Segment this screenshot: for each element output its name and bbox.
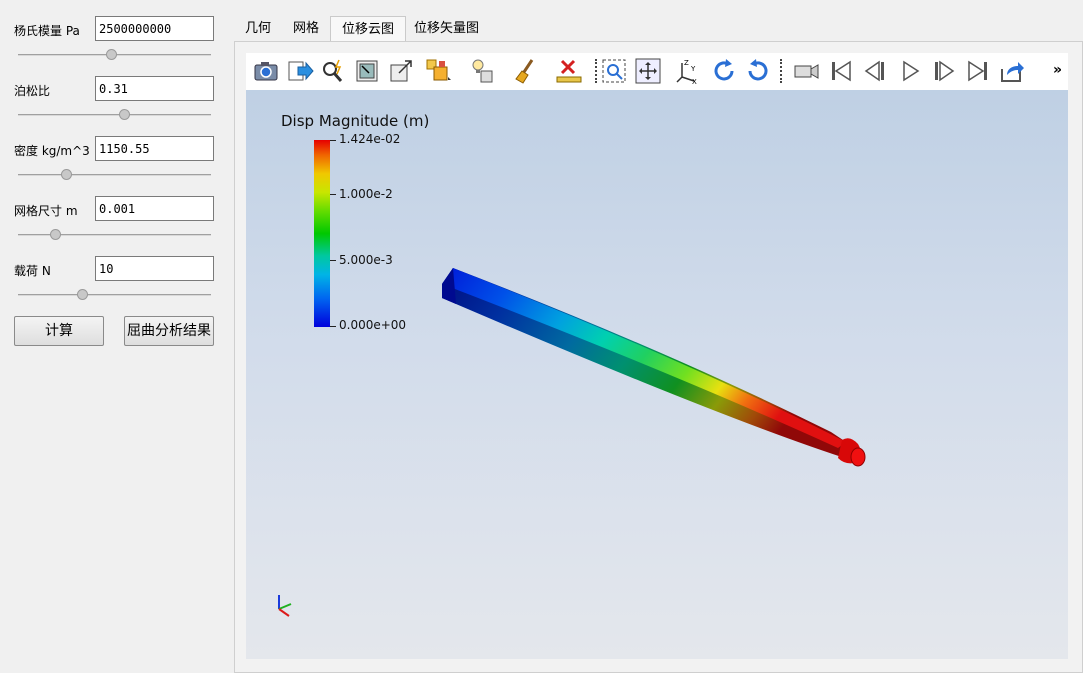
slider-groove (18, 114, 211, 116)
svg-text:Y: Y (690, 65, 696, 73)
toolbar: ZYX » (246, 53, 1068, 90)
svg-text:Z: Z (684, 59, 689, 67)
youngs-modulus-label: 杨氏模量 Pa (14, 24, 80, 38)
representation-icon[interactable] (424, 57, 452, 85)
next-frame-icon[interactable] (930, 57, 958, 85)
tab-displacement-vector[interactable]: 位移矢量图 (403, 16, 490, 41)
ruler-icon[interactable] (555, 57, 583, 85)
mesh-size-slider[interactable] (18, 229, 211, 241)
export-icon[interactable] (998, 57, 1026, 85)
slider-handle[interactable] (119, 109, 131, 120)
mesh-size-input[interactable] (95, 196, 214, 221)
previous-frame-icon[interactable] (861, 57, 889, 85)
density-input[interactable] (95, 136, 214, 161)
beam-model (442, 268, 866, 467)
tab-displacement-contour[interactable]: 位移云图 (330, 16, 407, 41)
light-icon[interactable] (469, 57, 497, 85)
slider-handle[interactable] (105, 49, 117, 60)
select-cells-icon[interactable] (353, 57, 381, 85)
buckling-result-button[interactable]: 屈曲分析结果 (124, 316, 214, 346)
tab-geometry[interactable]: 几何 (234, 16, 282, 41)
load-label: 载荷 N (14, 264, 51, 278)
play-icon[interactable] (896, 57, 924, 85)
load-slider[interactable] (18, 289, 211, 301)
last-frame-icon[interactable] (964, 57, 992, 85)
svg-text:X: X (692, 78, 697, 85)
clear-icon[interactable] (512, 57, 540, 85)
load-input[interactable] (95, 256, 214, 281)
compute-button[interactable]: 计算 (14, 316, 104, 346)
rotate-cw-icon[interactable] (710, 57, 738, 85)
rotate-ccw-icon[interactable] (744, 57, 772, 85)
toolbar-more-icon[interactable]: » (1053, 62, 1062, 78)
poisson-ratio-slider[interactable] (18, 109, 211, 121)
slider-handle[interactable] (49, 229, 61, 240)
slider-handle[interactable] (76, 289, 88, 300)
poisson-ratio-input[interactable] (95, 76, 214, 101)
youngs-modulus-slider[interactable] (18, 49, 211, 61)
resize-view-icon[interactable] (387, 57, 415, 85)
camera-icon[interactable] (252, 57, 280, 85)
slider-groove (18, 174, 211, 176)
first-frame-icon[interactable] (827, 57, 855, 85)
density-slider[interactable] (18, 169, 211, 181)
toolbar-separator (780, 59, 782, 83)
slider-handle[interactable] (61, 169, 73, 180)
orientation-axes-icon (278, 595, 292, 617)
slider-groove (18, 234, 211, 236)
mesh-size-label: 网格尺寸 m (14, 204, 78, 218)
save-data-icon[interactable] (286, 57, 314, 85)
toolbar-separator (595, 59, 597, 83)
axes-icon[interactable]: ZYX (674, 57, 702, 86)
youngs-modulus-input[interactable] (95, 16, 214, 41)
render-viewport[interactable]: Disp Magnitude (m) 1.424e-02 1.000e-2 5.… (246, 90, 1068, 659)
density-label: 密度 kg/m^3 (14, 144, 90, 158)
reset-camera-icon[interactable] (634, 57, 662, 85)
zoom-box-icon[interactable] (600, 57, 628, 85)
find-data-icon[interactable] (319, 57, 347, 85)
poisson-ratio-label: 泊松比 (14, 84, 51, 98)
tab-mesh[interactable]: 网格 (282, 16, 330, 41)
slider-groove (18, 294, 211, 296)
video-camera-icon[interactable] (793, 57, 821, 85)
